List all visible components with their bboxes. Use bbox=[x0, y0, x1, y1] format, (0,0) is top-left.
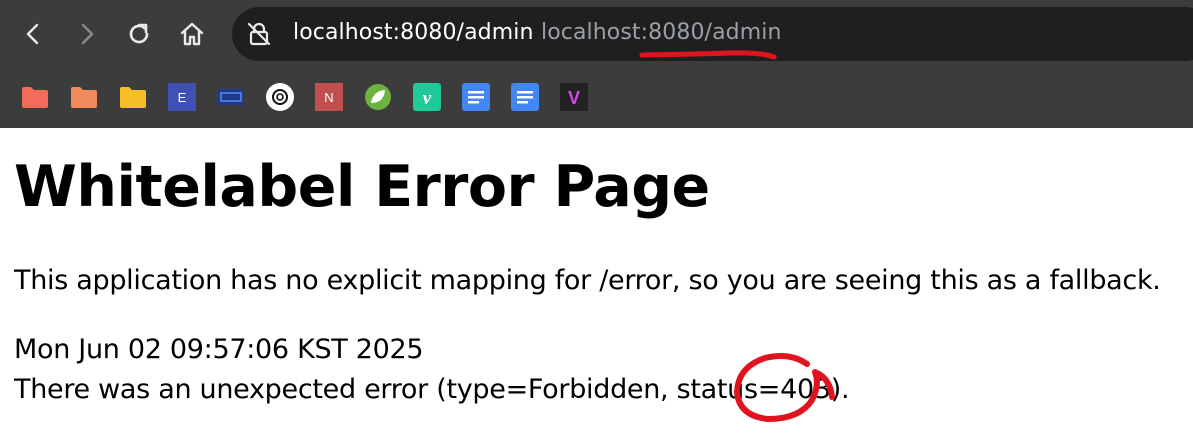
not-secure-lock-icon[interactable] bbox=[246, 21, 272, 47]
docs-icon bbox=[462, 83, 490, 111]
home-icon bbox=[180, 22, 204, 46]
address-bar[interactable]: localhost:8080/admin localhost:8080/admi… bbox=[232, 7, 1193, 61]
bookmark-badge[interactable] bbox=[217, 83, 245, 111]
home-button[interactable] bbox=[172, 14, 212, 54]
folder-icon bbox=[22, 87, 48, 108]
v-dark-letter: V bbox=[568, 88, 580, 108]
page-content: Whitelabel Error Page This application h… bbox=[0, 128, 1193, 446]
v-letter: v bbox=[423, 88, 432, 109]
docs-icon bbox=[511, 83, 539, 111]
bookmark-docs-1[interactable] bbox=[462, 83, 490, 111]
bookmarks-bar: E N v V bbox=[0, 76, 1193, 116]
bookmark-v[interactable]: v bbox=[413, 83, 441, 111]
error-timestamp: Mon Jun 02 09:57:06 KST 2025 bbox=[14, 334, 424, 365]
folder-icon bbox=[71, 87, 97, 108]
bookmark-e[interactable]: E bbox=[168, 83, 196, 111]
forward-arrow-icon bbox=[81, 23, 94, 45]
url-autocomplete-suggestion: localhost:8080/admin bbox=[541, 20, 782, 45]
blue-badge-icon bbox=[218, 89, 244, 105]
reload-icon bbox=[129, 23, 149, 44]
page-title: Whitelabel Error Page bbox=[14, 154, 710, 220]
back-button[interactable] bbox=[14, 14, 54, 54]
folder-icon bbox=[120, 87, 146, 108]
bookmark-v-dark[interactable]: V bbox=[560, 83, 588, 111]
bookmark-folder-3[interactable] bbox=[119, 83, 147, 111]
v-dark-icon: V bbox=[560, 83, 588, 111]
bookmark-docs-2[interactable] bbox=[511, 83, 539, 111]
spring-leaf-icon bbox=[365, 84, 391, 110]
url-text[interactable]: localhost:8080/admin bbox=[293, 20, 534, 45]
e-letter-icon: E bbox=[168, 83, 196, 111]
error-status-line: There was an unexpected error (type=Forb… bbox=[14, 374, 850, 405]
bookmark-folder-1[interactable] bbox=[21, 83, 49, 111]
back-arrow-icon bbox=[26, 23, 39, 45]
bookmark-chatgpt[interactable] bbox=[266, 83, 294, 111]
error-message: This application has no explicit mapping… bbox=[14, 265, 1161, 296]
browser-toolbar: localhost:8080/admin localhost:8080/admi… bbox=[0, 0, 1193, 128]
v-letter-icon: v bbox=[413, 83, 441, 111]
n-letter-icon: N bbox=[315, 83, 343, 111]
bookmark-folder-2[interactable] bbox=[70, 83, 98, 111]
reload-button[interactable] bbox=[119, 14, 159, 54]
e-letter: E bbox=[178, 90, 187, 105]
bookmark-spring[interactable] bbox=[364, 83, 392, 111]
bookmark-n[interactable]: N bbox=[315, 83, 343, 111]
n-letter: N bbox=[324, 90, 333, 105]
openai-icon bbox=[266, 83, 294, 111]
forward-button[interactable] bbox=[66, 14, 106, 54]
